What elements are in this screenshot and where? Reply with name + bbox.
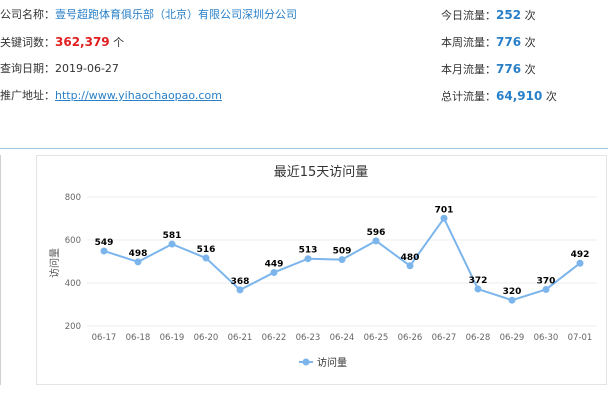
- x-axis-ticks: 06-17 06-18 06-19 06-20 06-21 06-22 06-23 06-24…: [92, 333, 593, 343]
- data-point[interactable]: [440, 214, 448, 222]
- total-traffic-label: 总计流量：: [441, 90, 496, 103]
- keywords-row: 关键词数：362,379 个: [0, 35, 124, 50]
- data-label: 513: [299, 246, 318, 256]
- x-tick-label: 06-20: [194, 333, 219, 343]
- x-tick-label: 07-01: [568, 333, 593, 343]
- data-label: 509: [333, 247, 352, 257]
- url-row: 推广地址：http://www.yihaochaopao.com: [0, 89, 222, 103]
- x-tick-label: 06-26: [398, 333, 423, 343]
- date-label: 查询日期：: [0, 62, 55, 75]
- data-point[interactable]: [372, 237, 380, 245]
- data-point[interactable]: [338, 256, 346, 264]
- chart-title: 最近15天访问量: [274, 165, 369, 180]
- data-label: 368: [231, 277, 250, 287]
- company-name-link[interactable]: 壹号超跑体育俱乐部（北京）有限公司深圳分公司: [55, 8, 297, 21]
- promo-url-link[interactable]: http://www.yihaochaopao.com: [55, 89, 222, 102]
- week-traffic-unit: 次: [524, 36, 536, 49]
- legend-label: 访问量: [317, 356, 347, 369]
- x-tick-label: 06-22: [262, 333, 287, 343]
- data-point[interactable]: [236, 286, 244, 294]
- data-point[interactable]: [576, 259, 584, 267]
- data-point[interactable]: [202, 254, 210, 262]
- month-traffic-value: 776: [496, 62, 522, 76]
- x-tick-label: 06-25: [364, 333, 389, 343]
- y-axis-ticks: 800 600 400 200: [65, 193, 81, 332]
- data-point[interactable]: [508, 296, 516, 304]
- today-traffic-value: 252: [496, 8, 522, 22]
- data-point[interactable]: [304, 255, 312, 263]
- data-label: 449: [265, 259, 284, 269]
- data-point[interactable]: [168, 240, 176, 248]
- today-traffic-row: 今日流量：252 次: [441, 8, 536, 23]
- total-traffic-value: 64,910: [496, 89, 543, 103]
- panel-left-border: [0, 155, 1, 385]
- query-date: 2019-06-27: [55, 62, 119, 75]
- y-tick-label: 200: [65, 322, 81, 332]
- chart-legend[interactable]: 访问量: [299, 356, 347, 369]
- y-tick-label: 800: [65, 193, 81, 203]
- data-point[interactable]: [406, 262, 414, 270]
- x-tick-label: 06-17: [92, 333, 117, 343]
- week-traffic-label: 本周流量：: [441, 36, 496, 49]
- data-label: 701: [435, 205, 454, 215]
- data-label: 492: [571, 250, 590, 260]
- x-tick-label: 06-24: [330, 333, 355, 343]
- total-traffic-row: 总计流量：64,910 次: [441, 89, 557, 104]
- keywords-label: 关键词数：: [0, 36, 55, 49]
- data-label: 498: [129, 249, 148, 259]
- data-point[interactable]: [474, 285, 482, 293]
- month-traffic-label: 本月流量：: [441, 63, 496, 76]
- chart-panel: 最近15天访问量 访问量 800 600 400 200 06-17 06-18 06-1…: [36, 155, 607, 385]
- x-tick-label: 06-27: [432, 333, 457, 343]
- keywords-unit: 个: [113, 36, 125, 49]
- data-label: 549: [95, 238, 114, 248]
- url-label: 推广地址：: [0, 89, 55, 102]
- data-label: 370: [537, 276, 556, 286]
- date-row: 查询日期：2019-06-27: [0, 62, 119, 76]
- week-traffic-value: 776: [496, 35, 522, 49]
- data-label: 516: [197, 245, 216, 255]
- y-tick-label: 600: [65, 236, 81, 246]
- x-tick-label: 06-28: [466, 333, 491, 343]
- data-point[interactable]: [134, 258, 142, 266]
- company-row: 公司名称：壹号超跑体育俱乐部（北京）有限公司深圳分公司: [0, 8, 297, 22]
- x-tick-label: 06-30: [534, 333, 559, 343]
- legend-marker-icon: [302, 358, 310, 366]
- y-axis-label: 访问量: [48, 248, 61, 278]
- keywords-count: 362,379: [55, 35, 110, 49]
- data-point[interactable]: [100, 247, 108, 255]
- data-label: 480: [401, 253, 420, 263]
- month-traffic-unit: 次: [524, 63, 536, 76]
- x-tick-label: 06-21: [228, 333, 253, 343]
- data-point[interactable]: [270, 268, 278, 276]
- total-traffic-unit: 次: [545, 90, 557, 103]
- month-traffic-row: 本月流量：776 次: [441, 62, 536, 77]
- data-label: 581: [163, 231, 182, 241]
- section-divider: [0, 148, 608, 149]
- data-label: 320: [503, 287, 522, 297]
- data-label: 372: [469, 276, 488, 286]
- y-tick-label: 400: [65, 279, 81, 289]
- data-point[interactable]: [542, 285, 550, 293]
- today-traffic-unit: 次: [524, 9, 536, 22]
- company-label: 公司名称：: [0, 8, 55, 21]
- x-tick-label: 06-23: [296, 333, 321, 343]
- today-traffic-label: 今日流量：: [441, 9, 496, 22]
- visits-line-chart: 最近15天访问量 访问量 800600400200 06-17 06-18 06-1…: [48, 165, 597, 369]
- data-label: 596: [367, 228, 386, 238]
- week-traffic-row: 本周流量：776 次: [441, 35, 536, 50]
- x-tick-label: 06-19: [160, 333, 185, 343]
- x-tick-label: 06-29: [500, 333, 525, 343]
- x-tick-label: 06-18: [126, 333, 151, 343]
